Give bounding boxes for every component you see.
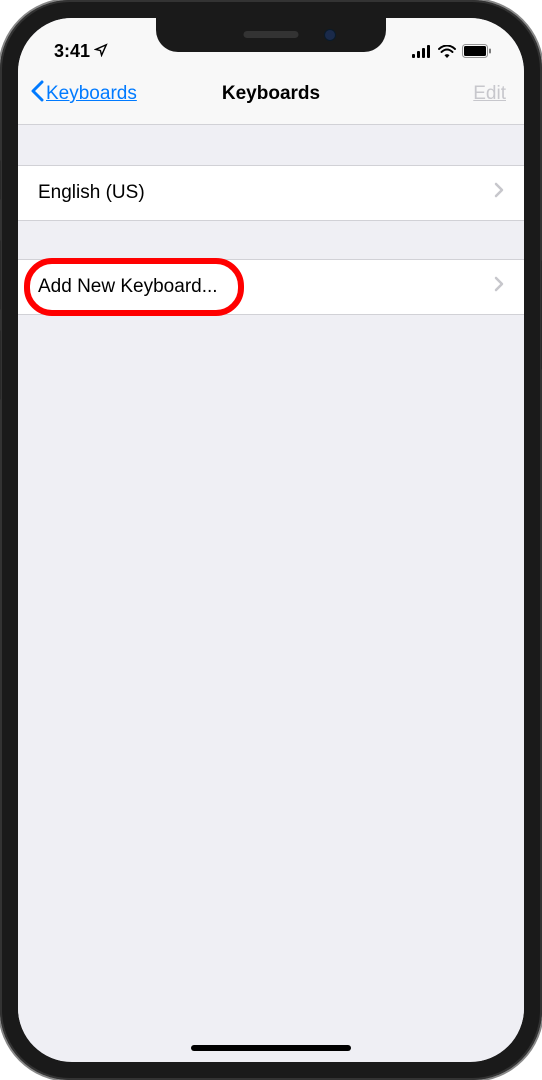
chevron-right-icon xyxy=(494,182,504,204)
keyboard-row-label: English (US) xyxy=(38,182,145,204)
page-title: Keyboards xyxy=(222,83,320,105)
chevron-left-icon xyxy=(30,80,44,108)
add-new-keyboard-row[interactable]: Add New Keyboard... xyxy=(18,259,524,315)
wifi-icon xyxy=(438,45,456,58)
keyboard-row-english-us[interactable]: English (US) xyxy=(18,165,524,221)
phone-frame: 3:41 xyxy=(0,0,542,1080)
back-button[interactable]: Keyboards xyxy=(30,80,137,108)
screen: 3:41 xyxy=(18,18,524,1062)
volume-down-button xyxy=(0,330,1,400)
volume-up-button xyxy=(0,240,1,310)
section-spacer xyxy=(18,125,524,165)
cellular-signal-icon xyxy=(412,45,432,58)
home-indicator[interactable] xyxy=(191,1045,351,1051)
add-new-keyboard-label: Add New Keyboard... xyxy=(38,276,218,298)
status-left: 3:41 xyxy=(54,41,108,62)
front-camera xyxy=(324,29,336,41)
side-button xyxy=(0,160,1,200)
section-spacer xyxy=(18,221,524,259)
content-area: English (US) Add New Keyboard... xyxy=(18,125,524,1061)
edit-button[interactable]: Edit xyxy=(473,83,506,105)
back-label: Keyboards xyxy=(46,83,137,105)
battery-icon xyxy=(462,44,492,58)
status-time: 3:41 xyxy=(54,41,90,62)
location-arrow-icon xyxy=(94,41,108,62)
status-right xyxy=(412,44,492,58)
chevron-right-icon xyxy=(494,276,504,298)
speaker xyxy=(244,31,299,38)
navigation-bar: Keyboards Keyboards Edit xyxy=(18,68,524,125)
notch xyxy=(156,18,386,52)
